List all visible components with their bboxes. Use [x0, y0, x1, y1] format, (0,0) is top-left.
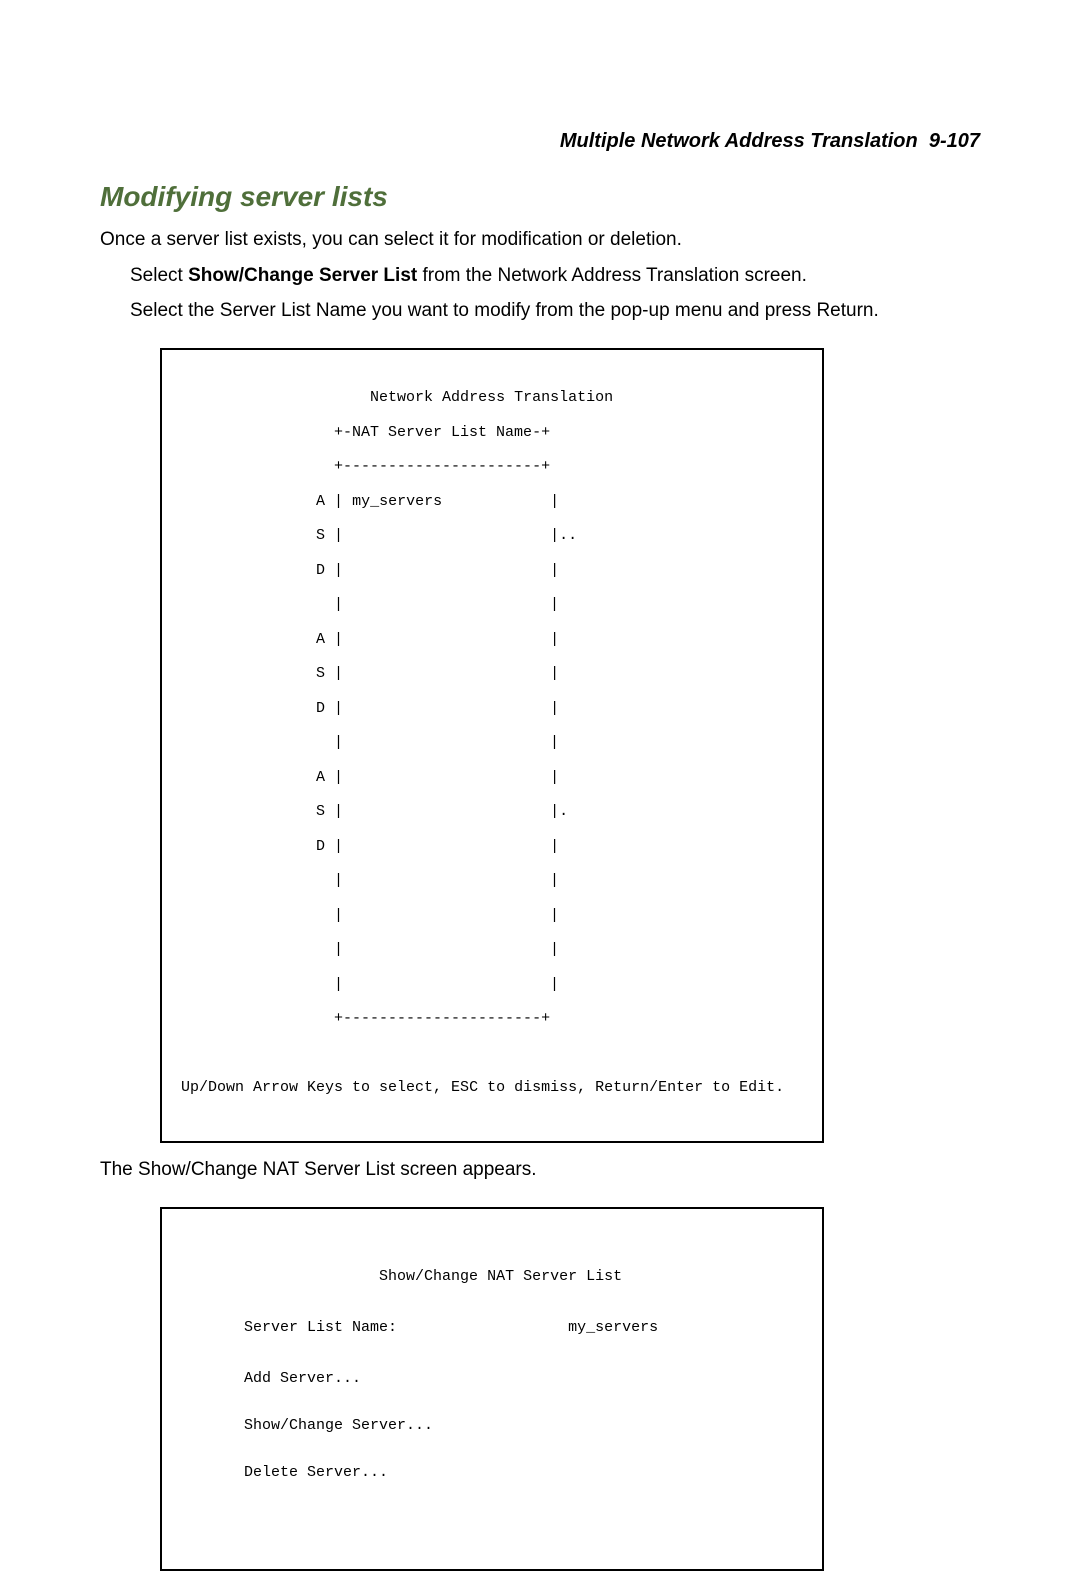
screen1-row-pad3: | |: [172, 941, 812, 958]
screen1-row-7: | |: [172, 734, 812, 751]
step1-bold: Show/Change Server List: [188, 265, 417, 286]
step-1: Select Show/Change Server List from the …: [130, 263, 980, 289]
screen1-row-2: D | |: [172, 562, 812, 579]
screen1-title: Network Address Translation: [172, 389, 812, 406]
after-screen1-text: The Show/Change NAT Server List screen a…: [100, 1157, 980, 1183]
screen2-title: Show/Change NAT Server List: [172, 1264, 812, 1290]
screen1-row-4: A | |: [172, 631, 812, 648]
header-page: 9-107: [929, 130, 980, 152]
screen1-row-6: D | |: [172, 700, 812, 717]
screen2-menu-0: Add Server...: [172, 1366, 812, 1392]
running-header: Multiple Network Address Translation 9-1…: [100, 130, 980, 153]
screen1-blank: [172, 1045, 812, 1062]
screen1-row-10: D | |: [172, 838, 812, 855]
screen2-menu-1: Show/Change Server...: [172, 1417, 812, 1434]
screen1-row-pad2: | |: [172, 907, 812, 924]
terminal-screen-1: Network Address Translation +-NAT Server…: [160, 348, 824, 1143]
page: Multiple Network Address Translation 9-1…: [0, 0, 1080, 1397]
screen1-footer: Up/Down Arrow Keys to select, ESC to dis…: [172, 1079, 812, 1096]
step1-prefix: Select: [130, 265, 188, 286]
screen1-row-8: A | |: [172, 769, 812, 786]
screen1-row-1: S | |..: [172, 527, 812, 544]
screen1-row-3: | |: [172, 596, 812, 613]
screen1-row-pad1: | |: [172, 872, 812, 889]
intro-paragraph: Once a server list exists, you can selec…: [100, 227, 980, 253]
step1-suffix: from the Network Address Translation scr…: [417, 265, 807, 286]
screen1-row-5: S | |: [172, 665, 812, 682]
header-title: Multiple Network Address Translation: [560, 130, 918, 152]
screen1-divider-top: +----------------------+: [172, 458, 812, 475]
step-2: Select the Server List Name you want to …: [130, 298, 980, 324]
screen1-row-0: A | my_servers |: [172, 493, 812, 510]
screen2-menu-2: Delete Server...: [172, 1460, 812, 1486]
screen1-row-pad4: | |: [172, 976, 812, 993]
screen2-field: Server List Name: my_servers: [172, 1315, 812, 1341]
screen1-divider-bottom: +----------------------+: [172, 1010, 812, 1027]
screen1-row-9: S | |.: [172, 803, 812, 820]
terminal-screen-2: Show/Change NAT Server List Server List …: [160, 1207, 824, 1571]
screen1-popup-header: +-NAT Server List Name-+: [172, 424, 812, 441]
section-heading: Modifying server lists: [100, 181, 980, 213]
